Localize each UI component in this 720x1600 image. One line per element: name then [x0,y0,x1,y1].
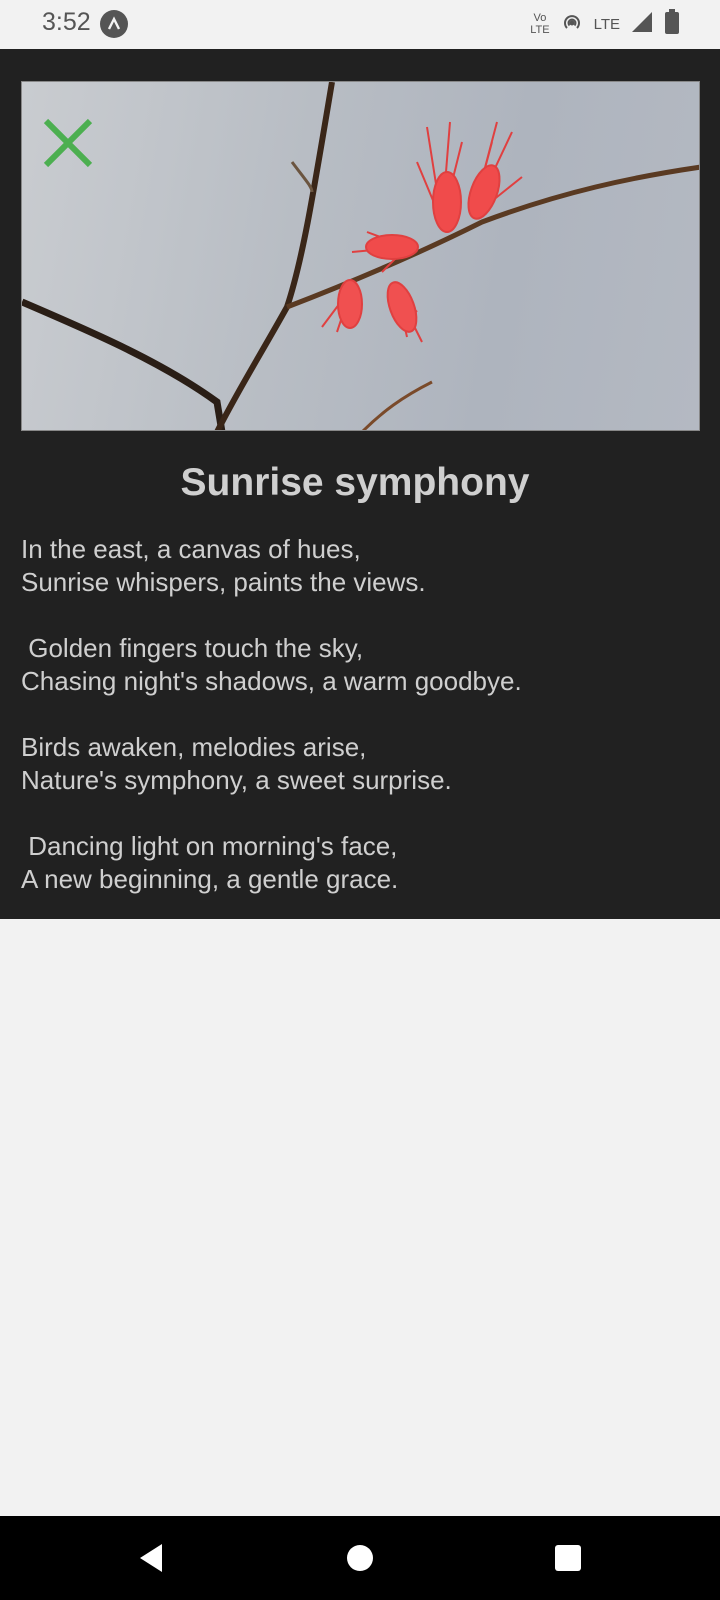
close-button[interactable] [40,115,96,171]
volte-bottom-label: LTE [530,24,550,36]
hotspot-icon [560,10,584,39]
poem-image [21,81,700,431]
home-icon [347,1545,373,1571]
home-button[interactable] [342,1540,378,1576]
status-indicators: Vo LTE LTE [530,8,680,40]
recent-apps-button[interactable] [550,1540,586,1576]
battery-icon [664,8,680,40]
volte-top-label: Vo [533,12,547,24]
back-icon [140,1544,162,1572]
app-notification-icon [100,10,128,38]
poem-card: Sunrise symphony In the east, a canvas o… [0,49,720,919]
signal-icon [630,10,654,39]
navigation-bar [0,1516,720,1600]
status-time: 3:52 [42,8,91,36]
poem-title: Sunrise symphony [180,461,530,504]
status-bar: 3:52 Vo LTE LTE [0,0,720,49]
volte-indicator: Vo LTE [530,12,549,36]
poem-body: In the east, a canvas of hues, Sunrise w… [21,534,522,894]
network-type-label: LTE [593,15,620,33]
close-icon [43,118,93,168]
back-button[interactable] [134,1540,170,1576]
recent-apps-icon [555,1545,581,1571]
